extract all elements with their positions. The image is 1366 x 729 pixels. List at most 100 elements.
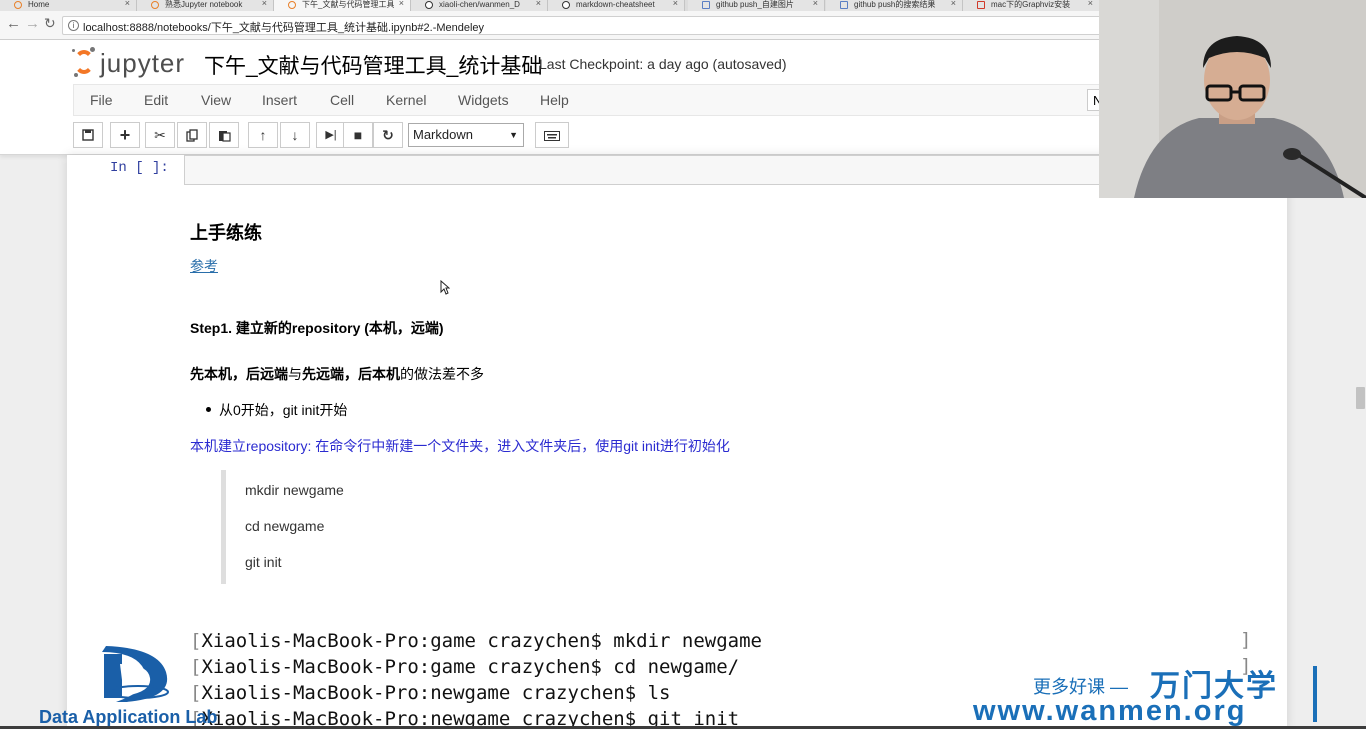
close-icon[interactable]: × xyxy=(673,0,678,8)
page-scrollbar-thumb[interactable] xyxy=(1356,387,1365,409)
restart-icon: ↻ xyxy=(382,127,394,143)
info-icon[interactable]: i xyxy=(68,20,79,31)
cell-type-select[interactable]: Markdown ▼ xyxy=(408,123,524,147)
code-cell-input[interactable] xyxy=(184,155,1104,185)
presenter-video-icon xyxy=(1099,0,1366,198)
bullet-icon xyxy=(206,406,211,412)
jupyter-wordmark: jupyter xyxy=(100,48,186,78)
add-cell-button[interactable]: + xyxy=(110,122,140,148)
tab-label: 下午_文献与代码管理工具 xyxy=(302,0,394,9)
menu-insert[interactable]: Insert xyxy=(262,92,297,108)
menu-bar: File Edit View Insert Cell Kernel Widget… xyxy=(73,84,1113,116)
paste-icon xyxy=(218,131,231,142)
watermark-divider xyxy=(1313,666,1317,722)
section-heading: 上手练练 xyxy=(190,223,262,243)
list-item-text: 从0开始，git init开始 xyxy=(219,402,348,418)
menu-kernel[interactable]: Kernel xyxy=(386,92,426,108)
reload-icon[interactable]: ↻ xyxy=(44,15,56,32)
save-button[interactable] xyxy=(73,122,103,148)
terminal-line-text: Xiaolis-MacBook-Pro:newgame crazychen$ l… xyxy=(201,682,671,704)
menu-edit[interactable]: Edit xyxy=(144,92,168,108)
stop-icon: ■ xyxy=(353,127,363,143)
csdn-tab-icon xyxy=(977,1,985,9)
github-tab-icon xyxy=(562,1,570,9)
copy-icon xyxy=(185,129,198,142)
close-icon[interactable]: × xyxy=(399,0,404,8)
quote-line: cd newgame xyxy=(245,518,325,534)
menu-widgets[interactable]: Widgets xyxy=(458,92,509,108)
close-icon[interactable]: × xyxy=(262,0,267,8)
tab-label: Home xyxy=(28,0,50,9)
browser-tab[interactable]: 熟悉Jupyter notebook × xyxy=(137,0,274,11)
quote-line: mkdir newgame xyxy=(245,482,344,498)
save-icon xyxy=(82,129,94,141)
close-icon[interactable]: × xyxy=(536,0,541,8)
quote-line: git init xyxy=(245,554,282,570)
terminal-line: [Xiaolis-MacBook-Pro:game crazychen$ cd … xyxy=(190,656,740,678)
tab-label: github push_自建图片 xyxy=(716,0,794,9)
caret-down-icon: ▼ xyxy=(509,130,518,140)
url-text: localhost:8888/notebooks/下午_文献与代码管理工具_统计… xyxy=(83,22,485,34)
blockquote: mkdir newgame cd newgame git init xyxy=(221,470,526,584)
copy-button[interactable] xyxy=(177,122,207,148)
close-icon[interactable]: × xyxy=(1088,0,1093,8)
menu-cell[interactable]: Cell xyxy=(330,92,354,108)
notebook-title[interactable]: 下午_文献与代码管理工具_统计基础 xyxy=(204,50,542,80)
wordpress-tab-icon xyxy=(840,1,848,9)
list-item: 从0开始，git init开始 xyxy=(206,400,347,420)
move-up-button[interactable]: ↑ xyxy=(248,122,278,148)
move-up-icon: ↑ xyxy=(259,127,267,143)
comparison-paragraph: 先本机，后远端与先远端，后本机的做法差不多 xyxy=(190,364,484,384)
tab-label: github push的搜索结果 xyxy=(854,0,936,9)
wordpress-tab-icon xyxy=(702,1,710,9)
watermark-url: www.wanmen.org xyxy=(973,695,1247,727)
move-down-button[interactable]: ↓ xyxy=(280,122,310,148)
browser-tab-active[interactable]: 下午_文献与代码管理工具 × xyxy=(274,0,411,11)
webcam-overlay xyxy=(1099,0,1366,198)
step1-heading: Step1. 建立新的repository (本机，远端) xyxy=(190,320,444,336)
back-arrow-icon[interactable]: ← xyxy=(6,15,21,32)
browser-tab[interactable]: Home × xyxy=(0,0,137,11)
browser-tab[interactable]: github push_自建图片 × xyxy=(688,0,825,11)
tab-label: markdown-cheatsheet xyxy=(576,0,655,9)
address-bar[interactable]: i localhost:8888/notebooks/下午_文献与代码管理工具_… xyxy=(62,16,1102,35)
cut-button[interactable]: ✂ xyxy=(145,122,175,148)
bold-text: 先远端，后本机 xyxy=(302,366,400,382)
cell-type-value: Markdown xyxy=(413,127,473,142)
github-tab-icon xyxy=(425,1,433,9)
jupyter-moon-icon xyxy=(72,49,75,52)
terminal-line: [Xiaolis-MacBook-Pro:newgame crazychen$ … xyxy=(190,682,671,704)
run-button[interactable]: ▶| xyxy=(316,122,346,148)
menu-view[interactable]: View xyxy=(201,92,231,108)
notebook-toolbar: + ✂ ↑ ↓ ▶| ■ ↻ Markdown ▼ xyxy=(73,122,573,150)
restart-button[interactable]: ↻ xyxy=(373,122,403,148)
close-icon[interactable]: × xyxy=(951,0,956,8)
browser-tab[interactable]: markdown-cheatsheet × xyxy=(548,0,685,11)
tab-label: xiaoli-chen/wanmen_D xyxy=(439,0,520,9)
menu-help[interactable]: Help xyxy=(540,92,569,108)
terminal-line-text: Xiaolis-MacBook-Pro:game crazychen$ mkdi… xyxy=(201,630,762,652)
bold-text: 先本机，后远端 xyxy=(190,366,288,382)
browser-tab[interactable]: mac下的Graphviz安装 × xyxy=(963,0,1100,11)
paste-button[interactable] xyxy=(209,122,239,148)
stop-button[interactable]: ■ xyxy=(343,122,373,148)
reference-link[interactable]: 参考 xyxy=(190,256,218,276)
browser-tab[interactable]: xiaoli-chen/wanmen_D × xyxy=(411,0,548,11)
plain-text: 的做法差不多 xyxy=(400,366,484,382)
command-palette-button[interactable] xyxy=(535,122,569,148)
plain-text: 与 xyxy=(288,366,302,382)
keyboard-icon xyxy=(544,131,560,141)
move-down-icon: ↓ xyxy=(291,127,299,143)
close-icon[interactable]: × xyxy=(125,0,130,8)
add-cell-icon: + xyxy=(119,125,131,145)
browser-tab[interactable]: github push的搜索结果 × xyxy=(826,0,963,11)
jupyter-logo[interactable]: jupyter xyxy=(72,45,188,81)
jupyter-tab-icon xyxy=(151,1,159,9)
run-icon: ▶| xyxy=(325,129,337,141)
forward-arrow-icon[interactable]: → xyxy=(25,15,40,32)
menu-file[interactable]: File xyxy=(90,92,113,108)
close-icon[interactable]: × xyxy=(813,0,818,8)
terminal-line: [Xiaolis-MacBook-Pro:game crazychen$ mkd… xyxy=(190,630,762,652)
terminal-bracket: ] xyxy=(1240,629,1252,651)
jupyter-tab-icon xyxy=(14,1,22,9)
